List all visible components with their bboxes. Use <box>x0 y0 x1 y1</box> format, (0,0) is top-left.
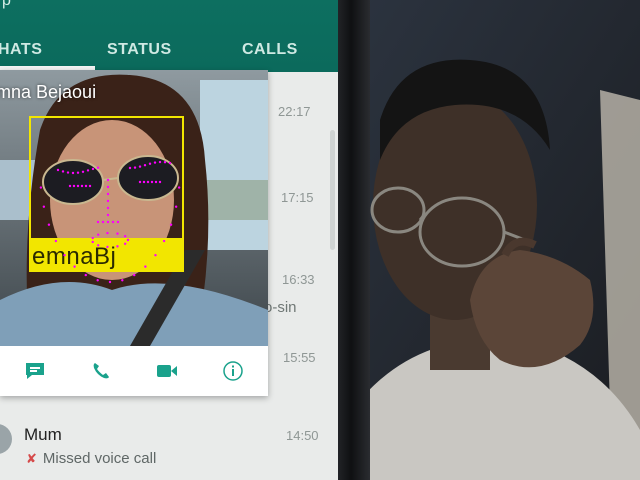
landmark-point <box>111 220 115 224</box>
landmark-point <box>142 180 146 184</box>
landmark-point <box>84 273 87 277</box>
landmark-point <box>84 184 88 188</box>
landmark-point <box>39 186 43 189</box>
landmark-point <box>91 240 94 244</box>
landmark-point <box>91 167 95 171</box>
landmark-point <box>158 160 162 164</box>
landmark-point <box>73 265 76 268</box>
landmark-point <box>174 205 178 208</box>
landmark-point <box>128 166 132 170</box>
landmark-point <box>158 180 162 184</box>
landmark-point <box>106 220 110 224</box>
landmark-point <box>63 253 66 257</box>
face-landmarks <box>39 160 181 284</box>
landmark-point <box>72 184 76 188</box>
landmark-point <box>81 170 85 173</box>
landmark-point <box>96 166 100 169</box>
landmark-point <box>108 280 112 284</box>
landmark-point <box>116 245 119 248</box>
landmark-point <box>146 180 150 184</box>
landmark-point <box>106 213 110 217</box>
camera-frame: p HATS STATUS CALLS 22:17 17:15 16:33 o-… <box>0 0 640 480</box>
landmark-point <box>154 253 157 257</box>
landmark-point <box>80 184 84 188</box>
landmark-point <box>144 265 147 268</box>
landmark-point <box>123 235 127 238</box>
landmark-point <box>86 169 90 172</box>
landmark-point <box>148 162 152 165</box>
landmark-point <box>116 232 119 235</box>
landmark-point <box>76 171 80 174</box>
landmark-point <box>163 160 167 164</box>
landmark-point <box>56 168 60 172</box>
landmark-point <box>106 192 110 196</box>
landmark-point <box>150 180 154 184</box>
landmark-point <box>68 184 72 188</box>
landmark-point <box>143 164 147 167</box>
landmark-point <box>71 171 75 175</box>
landmark-point <box>42 205 46 208</box>
landmark-point <box>138 165 142 168</box>
landmark-point <box>133 273 136 277</box>
landmark-point <box>116 220 120 224</box>
landmark-point <box>106 199 110 203</box>
landmark-point <box>123 242 127 245</box>
landmark-point <box>169 223 173 226</box>
landmark-point <box>97 244 100 247</box>
landmark-point <box>106 206 110 210</box>
landmark-point <box>162 239 166 243</box>
landmark-point <box>61 170 65 173</box>
landmark-point <box>88 184 92 188</box>
landmark-point <box>133 166 137 169</box>
landmark-point <box>54 239 58 243</box>
landmark-point <box>101 220 105 224</box>
landmark-point <box>106 178 110 182</box>
landmark-point <box>96 220 100 224</box>
landmark-point <box>177 186 181 189</box>
landmark-point <box>66 171 70 174</box>
landmark-point <box>96 279 99 282</box>
landmark-point <box>47 223 51 226</box>
landmark-point <box>153 161 157 164</box>
landmark-point <box>91 236 94 240</box>
landmark-point <box>138 180 142 184</box>
landmark-point <box>121 279 124 282</box>
landmark-point <box>154 180 158 184</box>
landmark-point <box>168 161 172 165</box>
landmark-point <box>97 233 100 236</box>
landmark-point <box>76 184 80 188</box>
landmark-point <box>106 231 109 235</box>
landmark-point <box>126 238 130 242</box>
landmark-point <box>106 185 110 189</box>
landmark-point <box>106 245 109 249</box>
